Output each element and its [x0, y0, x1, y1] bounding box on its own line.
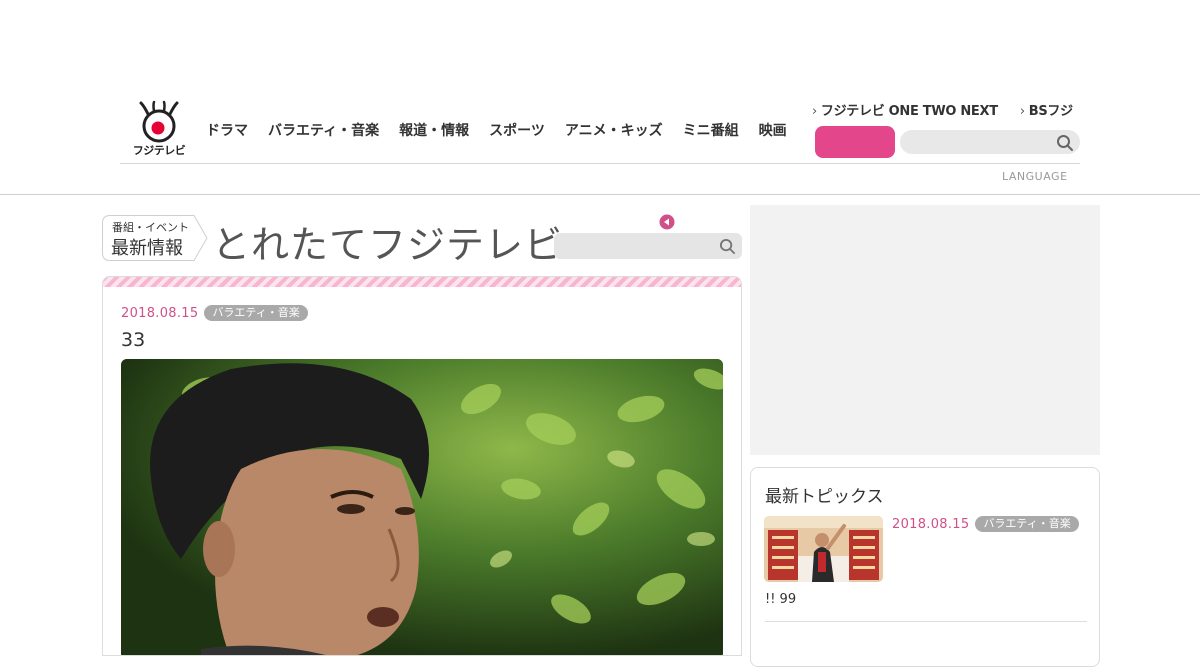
- section-search-input[interactable]: [564, 237, 714, 255]
- nav-item-anime-kids[interactable]: アニメ・キッズ: [555, 120, 673, 142]
- article-date: 2018.08.15: [121, 305, 199, 321]
- nav-item-sports[interactable]: スポーツ: [479, 120, 555, 142]
- link-fuji-one-two-next[interactable]: › フジテレビ ONE TWO NEXT: [812, 100, 998, 120]
- section-badge: 番組・イベント 最新情報: [102, 215, 208, 261]
- main-nav: ドラマ バラエティ・音楽 報道・情報 スポーツ アニメ・キッズ ミニ番組 映画: [196, 120, 797, 142]
- link-label: BSフジ: [1028, 104, 1073, 119]
- topic-meta: 2018.08.15 バラエティ・音楽: [892, 516, 1079, 532]
- language-link[interactable]: LANGUAGE: [1002, 170, 1068, 183]
- article-card: 2018.08.15 バラエティ・音楽 33: [102, 276, 742, 656]
- topics-heading: 最新トピックス: [765, 487, 884, 507]
- section-search: [554, 233, 742, 259]
- nav-item-mini-programs[interactable]: ミニ番組: [673, 120, 749, 142]
- header-search-input[interactable]: [910, 133, 1050, 151]
- article-photo[interactable]: [121, 359, 723, 655]
- nav-item-variety-music[interactable]: バラエティ・音楽: [258, 120, 389, 142]
- article-meta: 2018.08.15 バラエティ・音楽: [121, 305, 308, 321]
- header-divider: [120, 163, 1080, 164]
- topic-thumbnail[interactable]: [764, 516, 883, 582]
- nav-item-movies[interactable]: 映画: [749, 120, 797, 142]
- pink-stripe: [103, 277, 741, 287]
- sub-links: › フジテレビ ONE TWO NEXT › BSフジ: [812, 100, 1073, 120]
- nav-item-drama[interactable]: ドラマ: [196, 120, 258, 142]
- search-icon[interactable]: [1056, 134, 1074, 156]
- category-tag[interactable]: バラエティ・音楽: [204, 305, 308, 321]
- page-title: とれたてフジテレビ: [212, 223, 564, 267]
- category-tag[interactable]: バラエティ・音楽: [975, 516, 1079, 532]
- search-icon[interactable]: [719, 238, 736, 259]
- topic-date: 2018.08.15: [892, 516, 970, 532]
- site-header: フジテレビ ドラマ バラエティ・音楽 報道・情報 スポーツ アニメ・キッズ ミニ…: [0, 0, 1200, 195]
- chevron-right-icon: ›: [1019, 104, 1025, 119]
- nav-item-news-info[interactable]: 報道・情報: [389, 120, 479, 142]
- article-title: 33: [121, 329, 146, 351]
- fuji-logo-icon[interactable]: フジテレビ: [128, 100, 190, 158]
- header-search: [900, 130, 1080, 154]
- latest-topics: 最新トピックス 2018.08.15 バラエティ・音楽 !! 99: [750, 467, 1100, 667]
- logo-text: フジテレビ: [132, 144, 186, 157]
- topic-text[interactable]: !! 99: [765, 592, 796, 607]
- badge-big-label: 最新情報: [111, 238, 183, 259]
- topic-divider: [765, 621, 1087, 622]
- pink-header-button[interactable]: [815, 126, 895, 158]
- chevron-right-icon: ›: [812, 104, 817, 119]
- play-left-icon[interactable]: [659, 214, 675, 234]
- link-bs-fuji[interactable]: › BSフジ: [1020, 100, 1073, 120]
- badge-small-label: 番組・イベント: [112, 221, 189, 234]
- ad-placeholder[interactable]: [750, 205, 1100, 455]
- link-label: フジテレビ ONE TWO NEXT: [820, 104, 998, 119]
